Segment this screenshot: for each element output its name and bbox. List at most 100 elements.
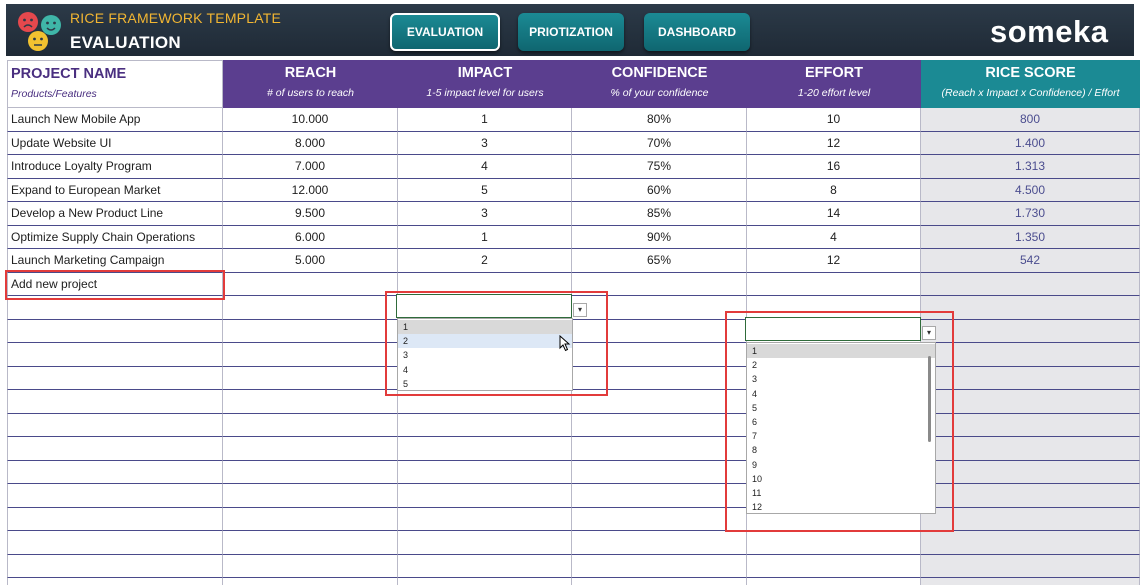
cell-reach[interactable]: 5.000: [223, 249, 398, 273]
cell-effort[interactable]: [747, 554, 921, 578]
cell-effort[interactable]: 14: [747, 202, 921, 226]
cell-confidence[interactable]: 90%: [572, 225, 747, 249]
cell-impact[interactable]: [398, 413, 572, 437]
cell-impact[interactable]: 4: [398, 155, 572, 179]
cell-confidence[interactable]: [572, 507, 747, 531]
cell-effort[interactable]: 4: [747, 225, 921, 249]
cell-reach[interactable]: [223, 578, 398, 585]
cell-reach[interactable]: [223, 437, 398, 461]
cell-confidence[interactable]: [572, 578, 747, 585]
cell-impact[interactable]: 3: [398, 131, 572, 155]
cell-name[interactable]: Launch Marketing Campaign: [7, 249, 223, 273]
cell-effort[interactable]: [747, 531, 921, 555]
cell-confidence[interactable]: 60%: [572, 178, 747, 202]
cell-name[interactable]: Introduce Loyalty Program: [7, 155, 223, 179]
cell-impact[interactable]: [398, 578, 572, 585]
cell-name[interactable]: Optimize Supply Chain Operations: [7, 225, 223, 249]
effort-dropdown-option[interactable]: 11: [747, 486, 935, 500]
cell-confidence[interactable]: 65%: [572, 249, 747, 273]
cell-reach[interactable]: [223, 272, 398, 296]
effort-dropdown-option[interactable]: 2: [747, 358, 935, 372]
cell-impact[interactable]: [398, 460, 572, 484]
cell-reach[interactable]: [223, 319, 398, 343]
cell-reach[interactable]: 9.500: [223, 202, 398, 226]
cell-impact[interactable]: 3: [398, 202, 572, 226]
cell-name[interactable]: Update Website UI: [7, 131, 223, 155]
cell-effort[interactable]: [747, 578, 921, 585]
effort-dropdown-option[interactable]: 6: [747, 415, 935, 429]
cell-impact[interactable]: 2: [398, 249, 572, 273]
cell-reach[interactable]: 12.000: [223, 178, 398, 202]
cell-effort[interactable]: 16: [747, 155, 921, 179]
effort-dropdown-option[interactable]: 9: [747, 458, 935, 472]
cell-name[interactable]: [7, 554, 223, 578]
effort-dropdown-option[interactable]: 8: [747, 443, 935, 457]
cell-impact[interactable]: [398, 507, 572, 531]
cell-name[interactable]: Develop a New Product Line: [7, 202, 223, 226]
cell-name[interactable]: Launch New Mobile App: [7, 108, 223, 132]
nav-dashboard-button[interactable]: DASHBOARD: [644, 13, 750, 51]
cell-name[interactable]: [7, 437, 223, 461]
cell-confidence[interactable]: [572, 460, 747, 484]
cell-name[interactable]: [7, 484, 223, 508]
cell-name[interactable]: [7, 460, 223, 484]
effort-dropdown-option[interactable]: 1: [747, 344, 935, 359]
effort-dropdown-field[interactable]: [745, 317, 921, 341]
cell-impact[interactable]: 5: [398, 178, 572, 202]
effort-dropdown-option[interactable]: 10: [747, 472, 935, 486]
cell-reach[interactable]: [223, 296, 398, 320]
impact-dropdown-list[interactable]: 12345: [397, 318, 573, 391]
cell-reach[interactable]: 6.000: [223, 225, 398, 249]
cell-impact[interactable]: 1: [398, 225, 572, 249]
impact-dropdown-option[interactable]: 5: [398, 377, 572, 391]
nav-priotization-button[interactable]: PRIOTIZATION: [518, 13, 624, 51]
cell-name[interactable]: [7, 578, 223, 585]
cell-impact[interactable]: [398, 437, 572, 461]
cell-confidence[interactable]: [572, 437, 747, 461]
impact-dropdown-arrow-icon[interactable]: ▾: [573, 303, 587, 317]
cell-name[interactable]: [7, 413, 223, 437]
cell-name[interactable]: [7, 390, 223, 414]
cell-reach[interactable]: [223, 413, 398, 437]
cell-reach[interactable]: [223, 531, 398, 555]
cell-confidence[interactable]: [572, 554, 747, 578]
cell-reach[interactable]: [223, 343, 398, 367]
impact-dropdown-option[interactable]: 1: [398, 320, 572, 335]
effort-dropdown-option[interactable]: 5: [747, 401, 935, 415]
cell-effort[interactable]: [747, 272, 921, 296]
cell-impact[interactable]: [398, 484, 572, 508]
cell-name[interactable]: [7, 507, 223, 531]
effort-dropdown-option[interactable]: 7: [747, 429, 935, 443]
cell-name[interactable]: [7, 343, 223, 367]
nav-evaluation-button[interactable]: EVALUATION: [390, 13, 500, 51]
cell-reach[interactable]: 8.000: [223, 131, 398, 155]
cell-impact[interactable]: [398, 531, 572, 555]
cell-effort[interactable]: 12: [747, 131, 921, 155]
effort-dropdown-option[interactable]: 12: [747, 500, 935, 514]
cell-confidence[interactable]: [572, 413, 747, 437]
cell-reach[interactable]: [223, 507, 398, 531]
effort-dropdown-scrollbar[interactable]: [928, 356, 931, 442]
cell-confidence[interactable]: [572, 484, 747, 508]
cell-confidence[interactable]: 80%: [572, 108, 747, 132]
cell-effort[interactable]: 8: [747, 178, 921, 202]
cell-effort[interactable]: 12: [747, 249, 921, 273]
cell-confidence[interactable]: 70%: [572, 131, 747, 155]
effort-dropdown-arrow-icon[interactable]: ▾: [922, 326, 936, 340]
impact-dropdown-option[interactable]: 2: [398, 334, 572, 349]
cell-name[interactable]: [7, 319, 223, 343]
cell-effort[interactable]: 10: [747, 108, 921, 132]
cell-name[interactable]: [7, 366, 223, 390]
cell-reach[interactable]: 10.000: [223, 108, 398, 132]
effort-dropdown-list[interactable]: 1 2 3 4 5 6 7 8 9 10 11 12: [746, 342, 936, 514]
cell-reach[interactable]: [223, 484, 398, 508]
cell-name[interactable]: [7, 531, 223, 555]
impact-dropdown-field[interactable]: [396, 294, 572, 318]
cell-impact[interactable]: [398, 554, 572, 578]
effort-dropdown-option[interactable]: 3: [747, 372, 935, 386]
impact-dropdown-option[interactable]: 4: [398, 363, 572, 377]
impact-dropdown-option[interactable]: 3: [398, 348, 572, 362]
cell-name[interactable]: Expand to European Market: [7, 178, 223, 202]
cell-reach[interactable]: [223, 390, 398, 414]
cell-reach[interactable]: [223, 460, 398, 484]
